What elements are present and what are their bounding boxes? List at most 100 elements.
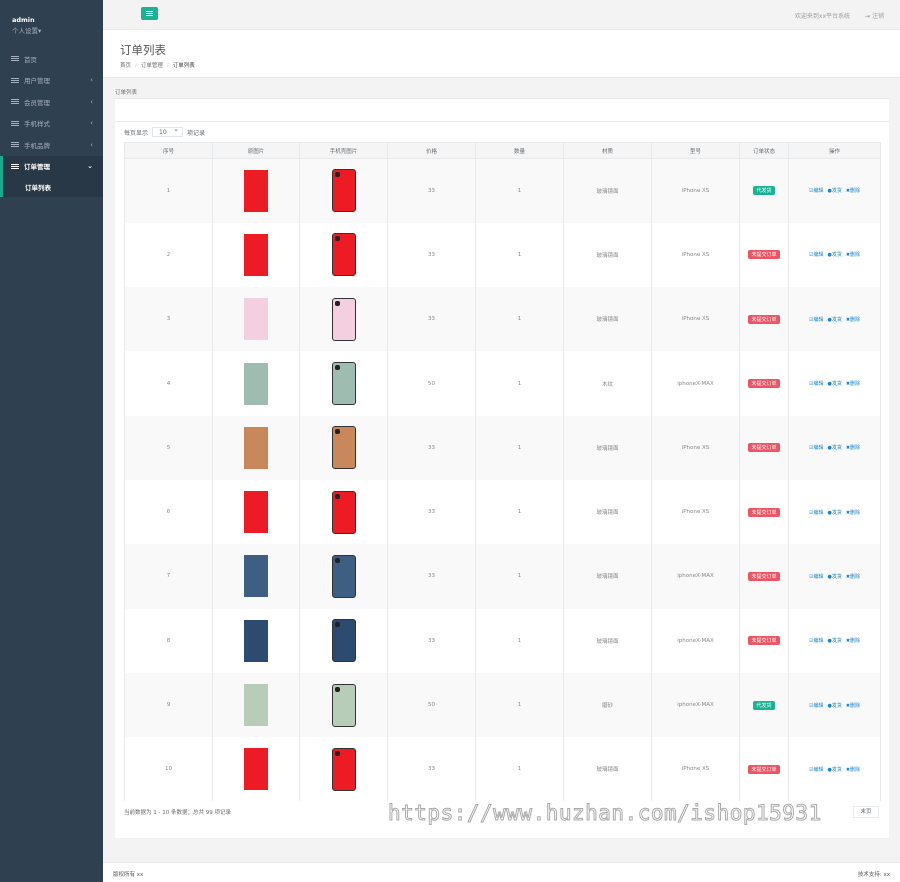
sidebar-item-2[interactable]: 会员管理 ‹: [0, 91, 103, 113]
delete-button[interactable]: ✖删除: [846, 317, 860, 323]
phone-case-image[interactable]: [331, 683, 356, 727]
username: admin: [12, 16, 35, 24]
phone-case-image[interactable]: [331, 490, 356, 534]
column-header[interactable]: 价格: [387, 142, 476, 159]
original-image[interactable]: [244, 619, 268, 662]
delete-button[interactable]: ✖删除: [846, 703, 860, 709]
status-badge: 未提交订单: [748, 636, 780, 646]
delete-button[interactable]: ✖删除: [846, 445, 860, 451]
sidebar-item-0[interactable]: 首页: [0, 48, 103, 70]
cell-quantity: 1: [475, 544, 564, 609]
table-row: 9 50 1 磨砂 iphoneX-MAX 代发货 ☑编辑 ●发货 ✖删除: [124, 672, 881, 738]
cell-actions: ☑编辑 ●发货 ✖删除: [788, 544, 881, 609]
cell-material: 玻璃镜面: [563, 287, 652, 352]
column-header[interactable]: 序号: [124, 142, 213, 159]
original-image[interactable]: [244, 684, 268, 727]
logout-icon: ⇥: [865, 13, 872, 20]
ship-button[interactable]: ●发货: [827, 574, 841, 580]
delete-button[interactable]: ✖删除: [846, 252, 860, 258]
delete-button[interactable]: ✖删除: [846, 381, 860, 387]
status-badge: 代发货: [753, 700, 775, 710]
edit-button[interactable]: ☑编辑: [809, 510, 823, 516]
phone-case-image[interactable]: [331, 169, 356, 213]
ship-button[interactable]: ●发货: [827, 188, 841, 194]
ship-button[interactable]: ●发货: [827, 252, 841, 258]
cell-price: 33: [387, 222, 476, 288]
ship-button[interactable]: ●发货: [827, 381, 841, 387]
last-page-button[interactable]: 末页: [853, 806, 879, 818]
edit-button[interactable]: ☑编辑: [809, 317, 823, 323]
column-header[interactable]: 订单状态: [739, 142, 789, 159]
edit-button[interactable]: ☑编辑: [809, 638, 823, 644]
page-length-select[interactable]: 10: [152, 125, 184, 137]
chevron-icon: ‹: [90, 97, 93, 106]
column-header[interactable]: 型号: [651, 142, 740, 159]
phone-case-image[interactable]: [331, 362, 356, 406]
original-image[interactable]: [244, 748, 268, 791]
column-header[interactable]: 原图片: [212, 142, 300, 159]
column-header[interactable]: 数量: [475, 142, 564, 159]
cell-quantity: 1: [475, 415, 564, 480]
edit-button[interactable]: ☑编辑: [809, 381, 823, 387]
ship-button[interactable]: ●发货: [827, 317, 841, 323]
original-image[interactable]: [244, 491, 268, 534]
ship-button[interactable]: ●发货: [827, 703, 841, 709]
ship-button[interactable]: ●发货: [827, 445, 841, 451]
phone-case-image[interactable]: [331, 619, 356, 663]
column-header[interactable]: 材质: [563, 142, 652, 159]
delete-button[interactable]: ✖删除: [846, 638, 860, 644]
cell-no: 9: [124, 672, 213, 738]
sidebar-subitem-order-list[interactable]: 订单列表: [0, 177, 103, 197]
table-row: 1 33 1 玻璃镜面 iPhone XS 代发货 ☑编辑 ●发货 ✖删除: [124, 158, 881, 223]
phone-case-image[interactable]: [331, 554, 356, 598]
sidebar-item-3[interactable]: 手机样式 ‹: [0, 113, 103, 135]
cell-case-image: [299, 672, 388, 738]
ship-button[interactable]: ●发货: [827, 510, 841, 516]
cell-case-image: [299, 608, 388, 673]
edit-button[interactable]: ☑编辑: [809, 188, 823, 194]
original-image[interactable]: [244, 298, 268, 341]
cell-price: 50: [387, 351, 476, 416]
delete-button[interactable]: ✖删除: [846, 188, 860, 194]
sidebar-item-label: 用户管理: [24, 77, 50, 86]
original-image[interactable]: [244, 362, 268, 405]
sidebar-item-label: 订单管理: [24, 163, 50, 172]
welcome-text: 欢迎来到xx平台系统: [794, 13, 850, 20]
edit-button[interactable]: ☑编辑: [809, 703, 823, 709]
logout-link[interactable]: ⇥ 注销: [865, 11, 884, 20]
user-settings-dropdown[interactable]: 个人设置▾: [12, 25, 103, 35]
delete-button[interactable]: ✖删除: [846, 574, 860, 580]
column-header[interactable]: 操作: [788, 142, 881, 159]
menu-toggle-button[interactable]: [141, 7, 158, 20]
ship-button[interactable]: ●发货: [827, 638, 841, 644]
delete-button[interactable]: ✖删除: [846, 510, 860, 516]
phone-case-image[interactable]: [331, 426, 356, 470]
phone-case-image[interactable]: [331, 233, 356, 277]
phone-case-image[interactable]: [331, 747, 356, 791]
sidebar-item-4[interactable]: 手机品牌 ‹: [0, 134, 103, 156]
ship-button[interactable]: ●发货: [827, 767, 841, 773]
cell-model: iPhone XS: [651, 287, 740, 352]
breadcrumb-order-management[interactable]: 订单管理: [141, 63, 163, 69]
edit-button[interactable]: ☑编辑: [809, 574, 823, 580]
cell-material: 玻璃镜面: [563, 222, 652, 288]
cell-material: 玻璃镜面: [563, 608, 652, 673]
cell-actions: ☑编辑 ●发货 ✖删除: [788, 351, 881, 416]
cell-model: iPhone XS: [651, 737, 740, 802]
sidebar-item-1[interactable]: 用户管理 ‹: [0, 70, 103, 92]
sidebar-item-5[interactable]: 订单管理 ⌄: [0, 155, 103, 177]
original-image[interactable]: [244, 555, 268, 598]
original-image[interactable]: [244, 233, 268, 276]
edit-button[interactable]: ☑编辑: [809, 252, 823, 258]
cell-original-image: [212, 737, 300, 802]
phone-case-image[interactable]: [331, 297, 356, 341]
breadcrumb-home[interactable]: 首页: [120, 63, 131, 69]
original-image[interactable]: [244, 169, 268, 212]
original-image[interactable]: [244, 426, 268, 469]
column-header[interactable]: 手机壳图片: [299, 142, 388, 159]
cell-original-image: [212, 351, 300, 416]
delete-button[interactable]: ✖删除: [846, 767, 860, 773]
edit-button[interactable]: ☑编辑: [809, 767, 823, 773]
cell-original-image: [212, 222, 300, 288]
edit-button[interactable]: ☑编辑: [809, 445, 823, 451]
